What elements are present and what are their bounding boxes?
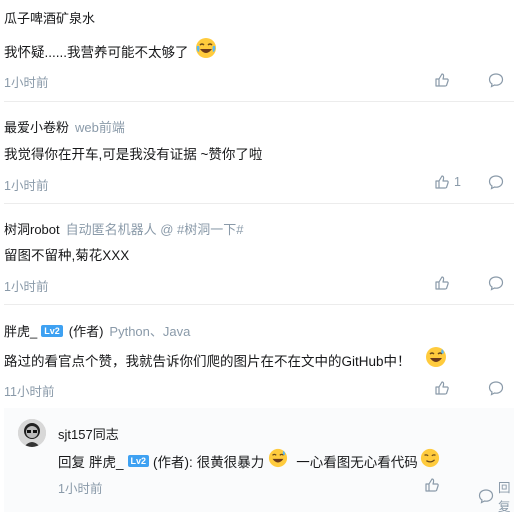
- grinning-sweat-emoji-icon: [425, 346, 447, 373]
- comment-content: 路过的看官点个赞，我就告诉你们爬的图片在不在文中的GitHub中！: [4, 353, 411, 369]
- reply-author[interactable]: sjt157同志: [58, 424, 119, 443]
- like-button[interactable]: 1: [434, 174, 461, 190]
- thumbs-up-icon: [424, 477, 440, 493]
- reply-button[interactable]: [488, 275, 504, 291]
- crying-laughing-emoji-icon: [195, 37, 217, 64]
- reply-content-2: 一心看图无心看代码: [296, 454, 418, 470]
- comment-time: 11小时前: [4, 385, 55, 399]
- divider: [4, 101, 514, 102]
- reply-label: 回复: [498, 481, 511, 514]
- reply-button[interactable]: 回复: [478, 477, 514, 515]
- reply-target-link[interactable]: 胖虎_: [89, 451, 124, 471]
- divider: [4, 304, 514, 305]
- like-button[interactable]: [434, 380, 450, 396]
- thumbs-up-icon: [434, 174, 450, 190]
- comment-bubble-icon: [478, 488, 494, 504]
- like-button[interactable]: [434, 72, 450, 88]
- comment-content: 留图不留种,菊花XXX: [4, 248, 130, 263]
- reply-button[interactable]: [488, 380, 504, 396]
- grinning-sweat-emoji-icon: [268, 448, 288, 473]
- comment-bubble-icon: [488, 275, 504, 291]
- thumbs-up-icon: [434, 380, 450, 396]
- comment-time: 1小时前: [4, 76, 49, 90]
- comment-bubble-icon: [488, 72, 504, 88]
- comment-content: 我怀疑......我营养可能不太够了: [4, 44, 189, 60]
- author-role: (作者): [68, 324, 104, 339]
- like-count: 1: [454, 175, 461, 189]
- reply-time: 1小时前: [58, 482, 103, 496]
- reply-content: 很黄很暴力: [196, 454, 265, 470]
- comment-author[interactable]: 树洞robot: [4, 219, 60, 238]
- level-badge: Lv2: [127, 454, 150, 467]
- avatar[interactable]: [18, 419, 46, 447]
- author-role: (作者):: [153, 454, 193, 470]
- comment-content: 我觉得你在开车,可是我没有证据 ~赞你了啦: [4, 147, 263, 162]
- author-title: web前端: [75, 120, 125, 135]
- smirk-emoji-icon: [420, 448, 440, 473]
- comment-time: 1小时前: [4, 179, 49, 193]
- divider: [4, 203, 514, 204]
- comment-author[interactable]: 瓜子啤酒矿泉水: [4, 8, 95, 27]
- thumbs-up-icon: [434, 275, 450, 291]
- comment-bubble-icon: [488, 380, 504, 396]
- reply-button[interactable]: [488, 72, 504, 88]
- reply-button[interactable]: [488, 174, 504, 190]
- comment-bubble-icon: [488, 174, 504, 190]
- comment-author[interactable]: 胖虎_: [4, 321, 37, 340]
- like-button[interactable]: [434, 275, 450, 291]
- author-title: Python、Java: [109, 324, 191, 339]
- like-button[interactable]: [424, 477, 440, 493]
- comment-time: 1小时前: [4, 280, 49, 294]
- author-title: 自动匿名机器人 @ #树洞一下#: [65, 222, 244, 237]
- reply-prefix: 回复: [58, 454, 85, 470]
- comment-author[interactable]: 最爱小卷粉: [4, 117, 69, 136]
- level-badge: Lv2: [41, 324, 63, 337]
- thumbs-up-icon: [434, 72, 450, 88]
